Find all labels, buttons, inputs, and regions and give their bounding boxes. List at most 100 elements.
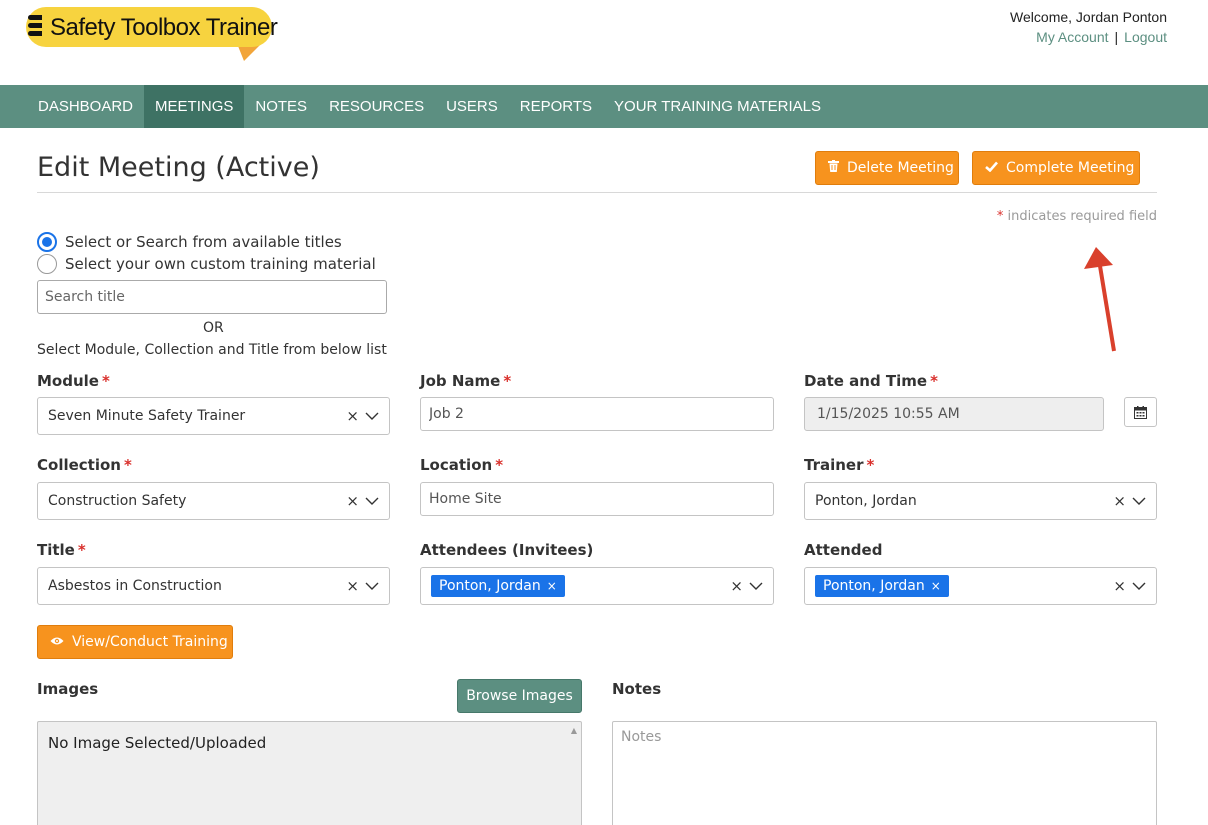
attendees-multiselect[interactable]: Ponton, Jordan × × xyxy=(420,567,774,605)
logo-text: Safety Toolbox Trainer xyxy=(50,14,278,41)
link-separator: | xyxy=(1114,29,1119,45)
date-time-label-text: Date and Time xyxy=(804,372,928,390)
radio-button[interactable] xyxy=(37,254,57,274)
required-star: * xyxy=(495,456,504,474)
search-title-input[interactable] xyxy=(37,280,387,314)
required-star: * xyxy=(123,456,132,474)
clear-icon[interactable]: × xyxy=(730,577,743,595)
job-name-label-text: Job Name xyxy=(420,372,501,390)
nav-resources[interactable]: RESOURCES xyxy=(318,85,435,128)
required-star: * xyxy=(996,209,1004,224)
required-star: * xyxy=(866,456,875,474)
required-star: * xyxy=(101,372,110,390)
module-value: Seven Minute Safety Trainer xyxy=(48,408,246,424)
title-select[interactable]: Asbestos in Construction × xyxy=(37,567,390,605)
chevron-down-icon[interactable] xyxy=(365,409,379,423)
calendar-button[interactable] xyxy=(1124,397,1157,427)
required-star: * xyxy=(503,372,512,390)
page-title: Edit Meeting (Active) xyxy=(37,152,320,183)
collection-select[interactable]: Construction Safety × xyxy=(37,482,390,520)
required-star: * xyxy=(77,541,86,559)
radio-button-checked[interactable] xyxy=(37,232,57,252)
required-note-text: indicates required field xyxy=(1007,209,1157,224)
nav-dashboard[interactable]: DASHBOARD xyxy=(27,85,144,128)
module-label-text: Module xyxy=(37,372,99,390)
job-name-value: Job 2 xyxy=(429,406,464,422)
trainer-select[interactable]: Ponton, Jordan × xyxy=(804,482,1157,520)
scroll-up-icon[interactable]: ▲ xyxy=(571,726,577,735)
remove-tag-icon[interactable]: × xyxy=(931,579,941,593)
attendee-tag: Ponton, Jordan × xyxy=(431,575,565,597)
attended-tag-label: Ponton, Jordan xyxy=(823,578,925,594)
date-time-value: 1/15/2025 10:55 AM xyxy=(817,406,960,422)
attended-multiselect[interactable]: Ponton, Jordan × × xyxy=(804,567,1157,605)
radio-custom-material-label: Select your own custom training material xyxy=(65,255,376,273)
chevron-down-icon[interactable] xyxy=(365,579,379,593)
chevron-down-icon[interactable] xyxy=(1132,494,1146,508)
date-time-input[interactable]: 1/15/2025 10:55 AM xyxy=(804,397,1104,431)
required-star: * xyxy=(930,372,938,390)
attended-tags: Ponton, Jordan × xyxy=(815,575,1113,597)
logout-link[interactable]: Logout xyxy=(1124,29,1167,45)
images-area[interactable]: No Image Selected/Uploaded ▲ xyxy=(37,721,582,825)
calendar-icon xyxy=(1134,405,1147,419)
clear-icon[interactable]: × xyxy=(1113,577,1126,595)
trainer-label-text: Trainer xyxy=(804,456,864,474)
clear-icon[interactable]: × xyxy=(1113,492,1126,510)
collection-label: Collection * xyxy=(37,456,132,474)
chevron-down-icon[interactable] xyxy=(1132,579,1146,593)
clear-icon[interactable]: × xyxy=(346,492,359,510)
collection-value: Construction Safety xyxy=(48,493,187,509)
trainer-label: Trainer * xyxy=(804,456,874,474)
nav-your-training-materials[interactable]: YOUR TRAINING MATERIALS xyxy=(603,85,832,128)
attended-tag: Ponton, Jordan × xyxy=(815,575,949,597)
nav-users[interactable]: USERS xyxy=(435,85,509,128)
module-select[interactable]: Seven Minute Safety Trainer × xyxy=(37,397,390,435)
title-value: Asbestos in Construction xyxy=(48,578,222,594)
select-hint: Select Module, Collection and Title from… xyxy=(37,342,387,358)
chevron-down-icon[interactable] xyxy=(749,579,763,593)
welcome-text: Welcome, Jordan Ponton xyxy=(1010,9,1167,25)
clear-icon[interactable]: × xyxy=(346,407,359,425)
logo[interactable]: Safety Toolbox Trainer xyxy=(26,7,278,62)
trash-icon xyxy=(828,160,839,176)
job-name-input[interactable]: Job 2 xyxy=(420,397,774,431)
clear-icon[interactable]: × xyxy=(346,577,359,595)
location-label-text: Location xyxy=(420,456,493,474)
module-label: Module * xyxy=(37,372,110,390)
images-label: Images xyxy=(37,680,99,698)
title-divider xyxy=(37,192,1157,193)
complete-meeting-button[interactable]: Complete Meeting xyxy=(972,151,1140,185)
account-links: My Account | Logout xyxy=(1036,29,1167,45)
chevron-down-icon[interactable] xyxy=(365,494,379,508)
view-conduct-training-label: View/Conduct Training xyxy=(72,634,228,650)
radio-available-titles[interactable]: Select or Search from available titles xyxy=(37,232,342,252)
images-empty-text: No Image Selected/Uploaded xyxy=(48,734,267,752)
delete-meeting-button[interactable]: Delete Meeting xyxy=(815,151,959,185)
trainer-value: Ponton, Jordan xyxy=(815,493,917,509)
notes-textarea[interactable] xyxy=(612,721,1157,825)
location-input[interactable]: Home Site xyxy=(420,482,774,516)
view-conduct-training-button[interactable]: View/Conduct Training xyxy=(37,625,233,659)
eye-icon xyxy=(50,635,64,650)
check-icon xyxy=(985,161,998,176)
remove-tag-icon[interactable]: × xyxy=(547,579,557,593)
browse-images-button[interactable]: Browse Images xyxy=(457,679,582,713)
annotation-arrow-icon xyxy=(1084,247,1116,352)
my-account-link[interactable]: My Account xyxy=(1036,29,1108,45)
notes-label: Notes xyxy=(612,680,662,698)
date-time-label: Date and Time * xyxy=(804,372,938,390)
radio-available-titles-label: Select or Search from available titles xyxy=(65,233,342,251)
radio-custom-material[interactable]: Select your own custom training material xyxy=(37,254,376,274)
nav-notes[interactable]: NOTES xyxy=(244,85,318,128)
logo-stripes-icon xyxy=(28,15,42,39)
nav-reports[interactable]: REPORTS xyxy=(509,85,603,128)
location-value: Home Site xyxy=(429,491,502,507)
job-name-label: Job Name * xyxy=(420,372,511,390)
attendees-tags: Ponton, Jordan × xyxy=(431,575,730,597)
complete-meeting-label: Complete Meeting xyxy=(1006,160,1135,176)
attendees-label: Attendees (Invitees) xyxy=(420,541,594,559)
nav-meetings[interactable]: MEETINGS xyxy=(144,85,245,128)
required-field-note: * indicates required field xyxy=(997,209,1157,224)
or-separator: OR xyxy=(203,320,224,336)
